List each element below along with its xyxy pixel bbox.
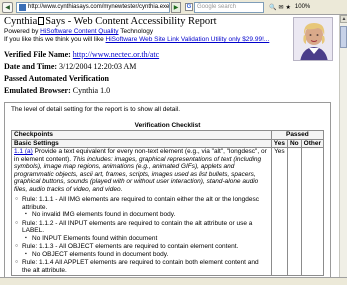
mail-icon[interactable]: ✉ [278, 4, 283, 11]
checklist-title: Verification Checklist [134, 122, 201, 129]
browser-row: Emulated Browser: Cynthia 1.0 [4, 85, 336, 97]
browser-value: Cynthia 1.0 [72, 86, 111, 95]
yes-cell: Yes [270, 147, 288, 276]
detail-setting-text: The level of detail setting for the repo… [11, 106, 181, 113]
section-header: Basic Settings [11, 138, 272, 148]
back-icon[interactable]: ◀ [2, 1, 13, 13]
rule-text: Rule: 1.1.3 - All OBJECT elements are re… [22, 243, 239, 250]
table-row: 1.1 (a) Provide a text equivalent for ev… [11, 147, 325, 276]
list-item: Rule: 1.1.1 - All IMG elements are requi… [15, 196, 269, 219]
rule-text: Rule: 1.1.2 - All INPUT elements are req… [22, 219, 253, 235]
checkpoints-header: Checkpoints [11, 130, 272, 140]
zoom-level[interactable]: 100% [295, 4, 310, 10]
passed-row: Passed Automated Verification [4, 73, 336, 85]
rule-result: No INPUT Elements found within document [25, 235, 269, 243]
list-item: Rule: 1.1.4 All APPLET elements are requ… [15, 259, 269, 274]
verification-table: Checkpoints Passed Basic Settings Yes No… [11, 130, 325, 276]
powered-by-line: Powered by HiSoftware Content Quality Te… [4, 28, 336, 36]
powered-link[interactable]: HiSoftware Content Quality [40, 28, 118, 35]
status-bar [0, 277, 347, 285]
scroll-up-icon[interactable]: ▲ [340, 15, 347, 23]
page-title: Cynthia Says - Web Content Accessibility … [4, 16, 336, 28]
bookmark-icon[interactable]: ★ [286, 4, 291, 11]
go-button[interactable]: ▶ [171, 1, 181, 13]
no-cell [286, 147, 302, 276]
rule-list: Rule: 1.1.1 - All IMG elements are requi… [14, 196, 269, 274]
promo-link[interactable]: HiSoftware Web Site Link Validation Util… [106, 36, 270, 43]
date-row: Date and Time: 3/12/2004 12:20:03 AM [4, 61, 336, 73]
checkpoint-cell: 1.1 (a) Provide a text equivalent for ev… [11, 147, 272, 276]
url-text: http://www.cynthiasays.com/mynewtester/c… [28, 4, 170, 10]
list-item: Rule: 1.1.3 - All OBJECT elements are re… [15, 243, 269, 259]
yes-header: Yes [270, 138, 288, 148]
verified-row: Verified File Name: http://www.nectec.or… [4, 49, 336, 61]
search-engine-selector[interactable]: G [185, 2, 194, 13]
report-meta: Verified File Name: http://www.nectec.or… [4, 49, 336, 97]
search-input[interactable]: Google search [194, 1, 264, 13]
no-header: No [286, 138, 302, 148]
page-title-left: Cynthia [4, 16, 38, 27]
verified-url-link[interactable]: http://www.nectec.or.th/atc [73, 50, 159, 59]
other-header: Other [300, 138, 325, 148]
cynthia-portrait [293, 17, 333, 61]
other-cell [300, 147, 325, 276]
rule-result: No invalid IMG elements found in documen… [25, 211, 269, 219]
page-favicon-icon [19, 3, 26, 11]
trademark-glyph [38, 17, 45, 25]
address-bar[interactable]: http://www.cynthiasays.com/mynewtester/c… [16, 1, 170, 13]
search-icon[interactable]: 🔍 [269, 4, 276, 11]
checkpoint-link[interactable]: 1.1 (a) [14, 148, 33, 155]
scroll-thumb[interactable] [340, 26, 347, 48]
section-row: Basic Settings Yes No Other [11, 138, 325, 148]
list-item: Rule: 1.1.2 - All INPUT elements are req… [15, 219, 269, 243]
search-placeholder: Google search [197, 4, 237, 10]
page-content: Cynthia Says - Web Content Accessibility … [0, 15, 339, 277]
rule-text: Rule: 1.1.1 - All IMG elements are requi… [22, 196, 260, 211]
powered-prefix: Powered by [4, 28, 41, 35]
rule-text: Rule: 1.1.4 All APPLET elements are requ… [22, 259, 259, 274]
vertical-scrollbar[interactable]: ▲ [339, 15, 347, 277]
page-title-right: Says - Web Content Accessibility Report [45, 16, 217, 27]
promo-line: If you like this we think you will like … [4, 36, 336, 44]
rule-result: No OBJECT elements found in document bod… [25, 251, 269, 259]
promo-text: If you like this we think you will like [4, 36, 106, 43]
browser-toolbar: ◀ http://www.cynthiasays.com/mynewtester… [0, 0, 347, 15]
passed-label: Passed Automated Verification [4, 74, 109, 83]
date-value: 3/12/2004 12:20:03 AM [59, 62, 137, 71]
cynthia-portrait-image [294, 18, 332, 60]
verified-label: Verified File Name: [4, 50, 71, 59]
powered-suffix: Technology [118, 28, 154, 35]
table-header-row: Checkpoints Passed [11, 130, 325, 140]
report-box: The level of detail setting for the repo… [4, 102, 331, 277]
browser-label: Emulated Browser: [4, 86, 71, 95]
passed-header: Passed [270, 130, 325, 140]
date-label: Date and Time: [4, 62, 58, 71]
google-icon: G [185, 3, 193, 11]
